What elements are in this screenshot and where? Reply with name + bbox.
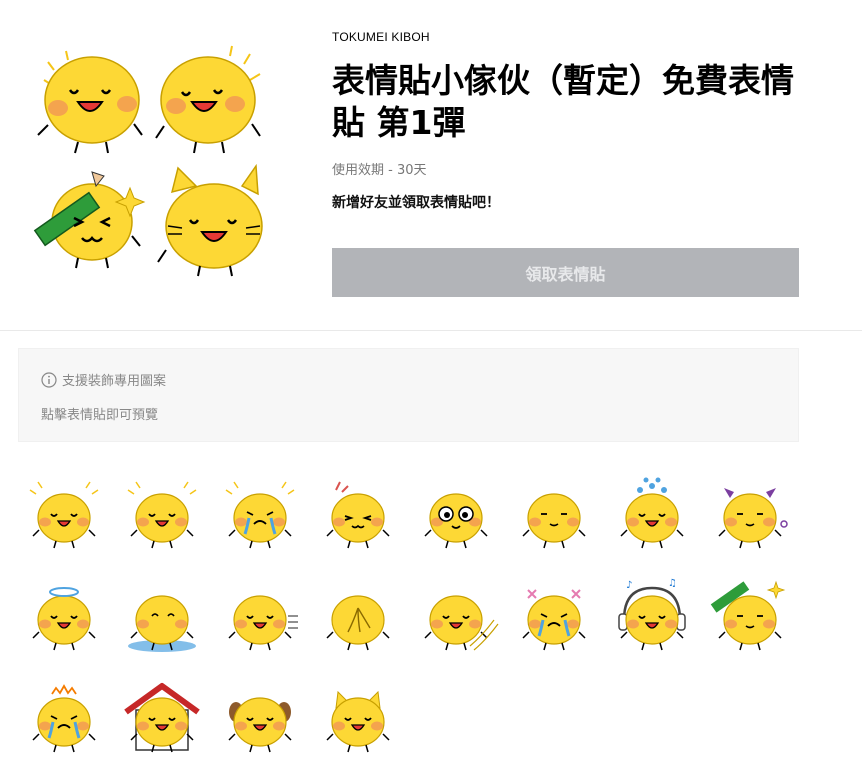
sticker-sliding[interactable] (410, 572, 502, 664)
sticker-back-view[interactable] (312, 572, 404, 664)
info-icon (41, 371, 57, 388)
sticker-angel[interactable] (18, 572, 110, 664)
page-title: 表情貼小傢伙（暫定）免費表情貼 第1彈 (332, 61, 794, 142)
sticker-dog-ears[interactable] (214, 674, 306, 766)
sticker-info: TOKUMEI KIBOH 表情貼小傢伙（暫定）免費表情貼 第1彈 使用效期 -… (332, 30, 799, 297)
notice-decoration: 支援裝飾專用圖案 (41, 370, 166, 389)
sticker-dash[interactable] (214, 572, 306, 664)
sticker-pack-main-image (30, 40, 270, 280)
notice-decoration-text: 支援裝飾專用圖案 (62, 374, 167, 389)
sticker-crying-tears[interactable] (214, 470, 306, 562)
author-name[interactable]: TOKUMEI KIBOH (332, 30, 799, 44)
validity-text: 使用效期 - 30天 (332, 163, 427, 178)
sticker-angry[interactable] (312, 470, 404, 562)
sticker-shocked[interactable] (410, 470, 502, 562)
sticker-happy-sparkle[interactable] (18, 470, 110, 562)
sticker-pencil[interactable] (704, 572, 796, 664)
sticker-smug[interactable] (508, 470, 600, 562)
sticker-hero: TOKUMEI KIBOH 表情貼小傢伙（暫定）免費表情貼 第1彈 使用效期 -… (0, 0, 862, 331)
sticker-happy-sparkle-2[interactable] (116, 470, 208, 562)
sticker-music[interactable]: ♪ ♫ (606, 572, 698, 664)
sticker-melted[interactable] (116, 572, 208, 664)
notice-preview-hint: 點擊表情貼即可預覽 (41, 408, 159, 423)
notice-box: 支援裝飾專用圖案 點擊表情貼即可預覽 (18, 348, 799, 442)
get-sticker-button[interactable]: 領取表情貼 (332, 248, 799, 297)
svg-text:♫: ♫ (668, 578, 677, 589)
sticker-tantrum[interactable] (18, 674, 110, 766)
sticker-sweat[interactable] (606, 470, 698, 562)
promo-text: 新增好友並領取表情貼吧！ (332, 195, 500, 211)
sticker-dizzy[interactable] (508, 572, 600, 664)
svg-text:♪: ♪ (626, 580, 632, 591)
sticker-devil[interactable] (704, 470, 796, 562)
sticker-house[interactable] (116, 674, 208, 766)
sticker-cat[interactable] (312, 674, 404, 766)
